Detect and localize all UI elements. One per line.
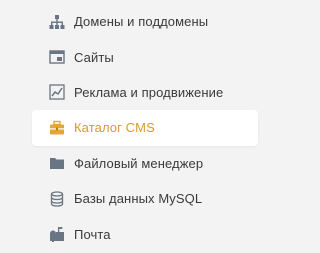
sidebar-item-label: Каталог CMS (74, 120, 155, 136)
browser-window-icon (49, 49, 65, 65)
sidebar-item-label: Почта (74, 226, 111, 242)
sidebar-item-label: Реклама и продвижение (74, 84, 224, 100)
sidebar-item-domains[interactable]: Домены и поддомены (32, 4, 258, 39)
folder-icon (49, 155, 65, 171)
sidebar-item-label: Файловый менеджер (74, 155, 204, 171)
sidebar-item-label: Домены и поддомены (74, 14, 209, 30)
sidebar-item-mysql[interactable]: Базы данных MySQL (32, 181, 258, 216)
chart-line-icon (49, 84, 65, 101)
sidebar-item-advertising[interactable]: Реклама и продвижение (32, 75, 258, 110)
sidebar-item-cms-catalog[interactable]: Каталог CMS (32, 110, 258, 146)
sidebar-item-label: Базы данных MySQL (74, 191, 203, 207)
toolbox-icon (49, 120, 65, 136)
sidebar-item-file-manager[interactable]: Файловый менеджер (32, 146, 258, 181)
sidebar: Домены и поддомены Сайты Реклама и продв… (0, 0, 280, 253)
database-icon (49, 190, 65, 207)
sidebar-menu: Домены и поддомены Сайты Реклама и продв… (32, 4, 258, 252)
sidebar-item-label: Сайты (74, 49, 114, 65)
sidebar-item-mail[interactable]: Почта (32, 216, 258, 251)
sidebar-item-sites[interactable]: Сайты (32, 39, 258, 74)
sitemap-icon (49, 14, 65, 30)
mailbox-icon (49, 226, 65, 243)
